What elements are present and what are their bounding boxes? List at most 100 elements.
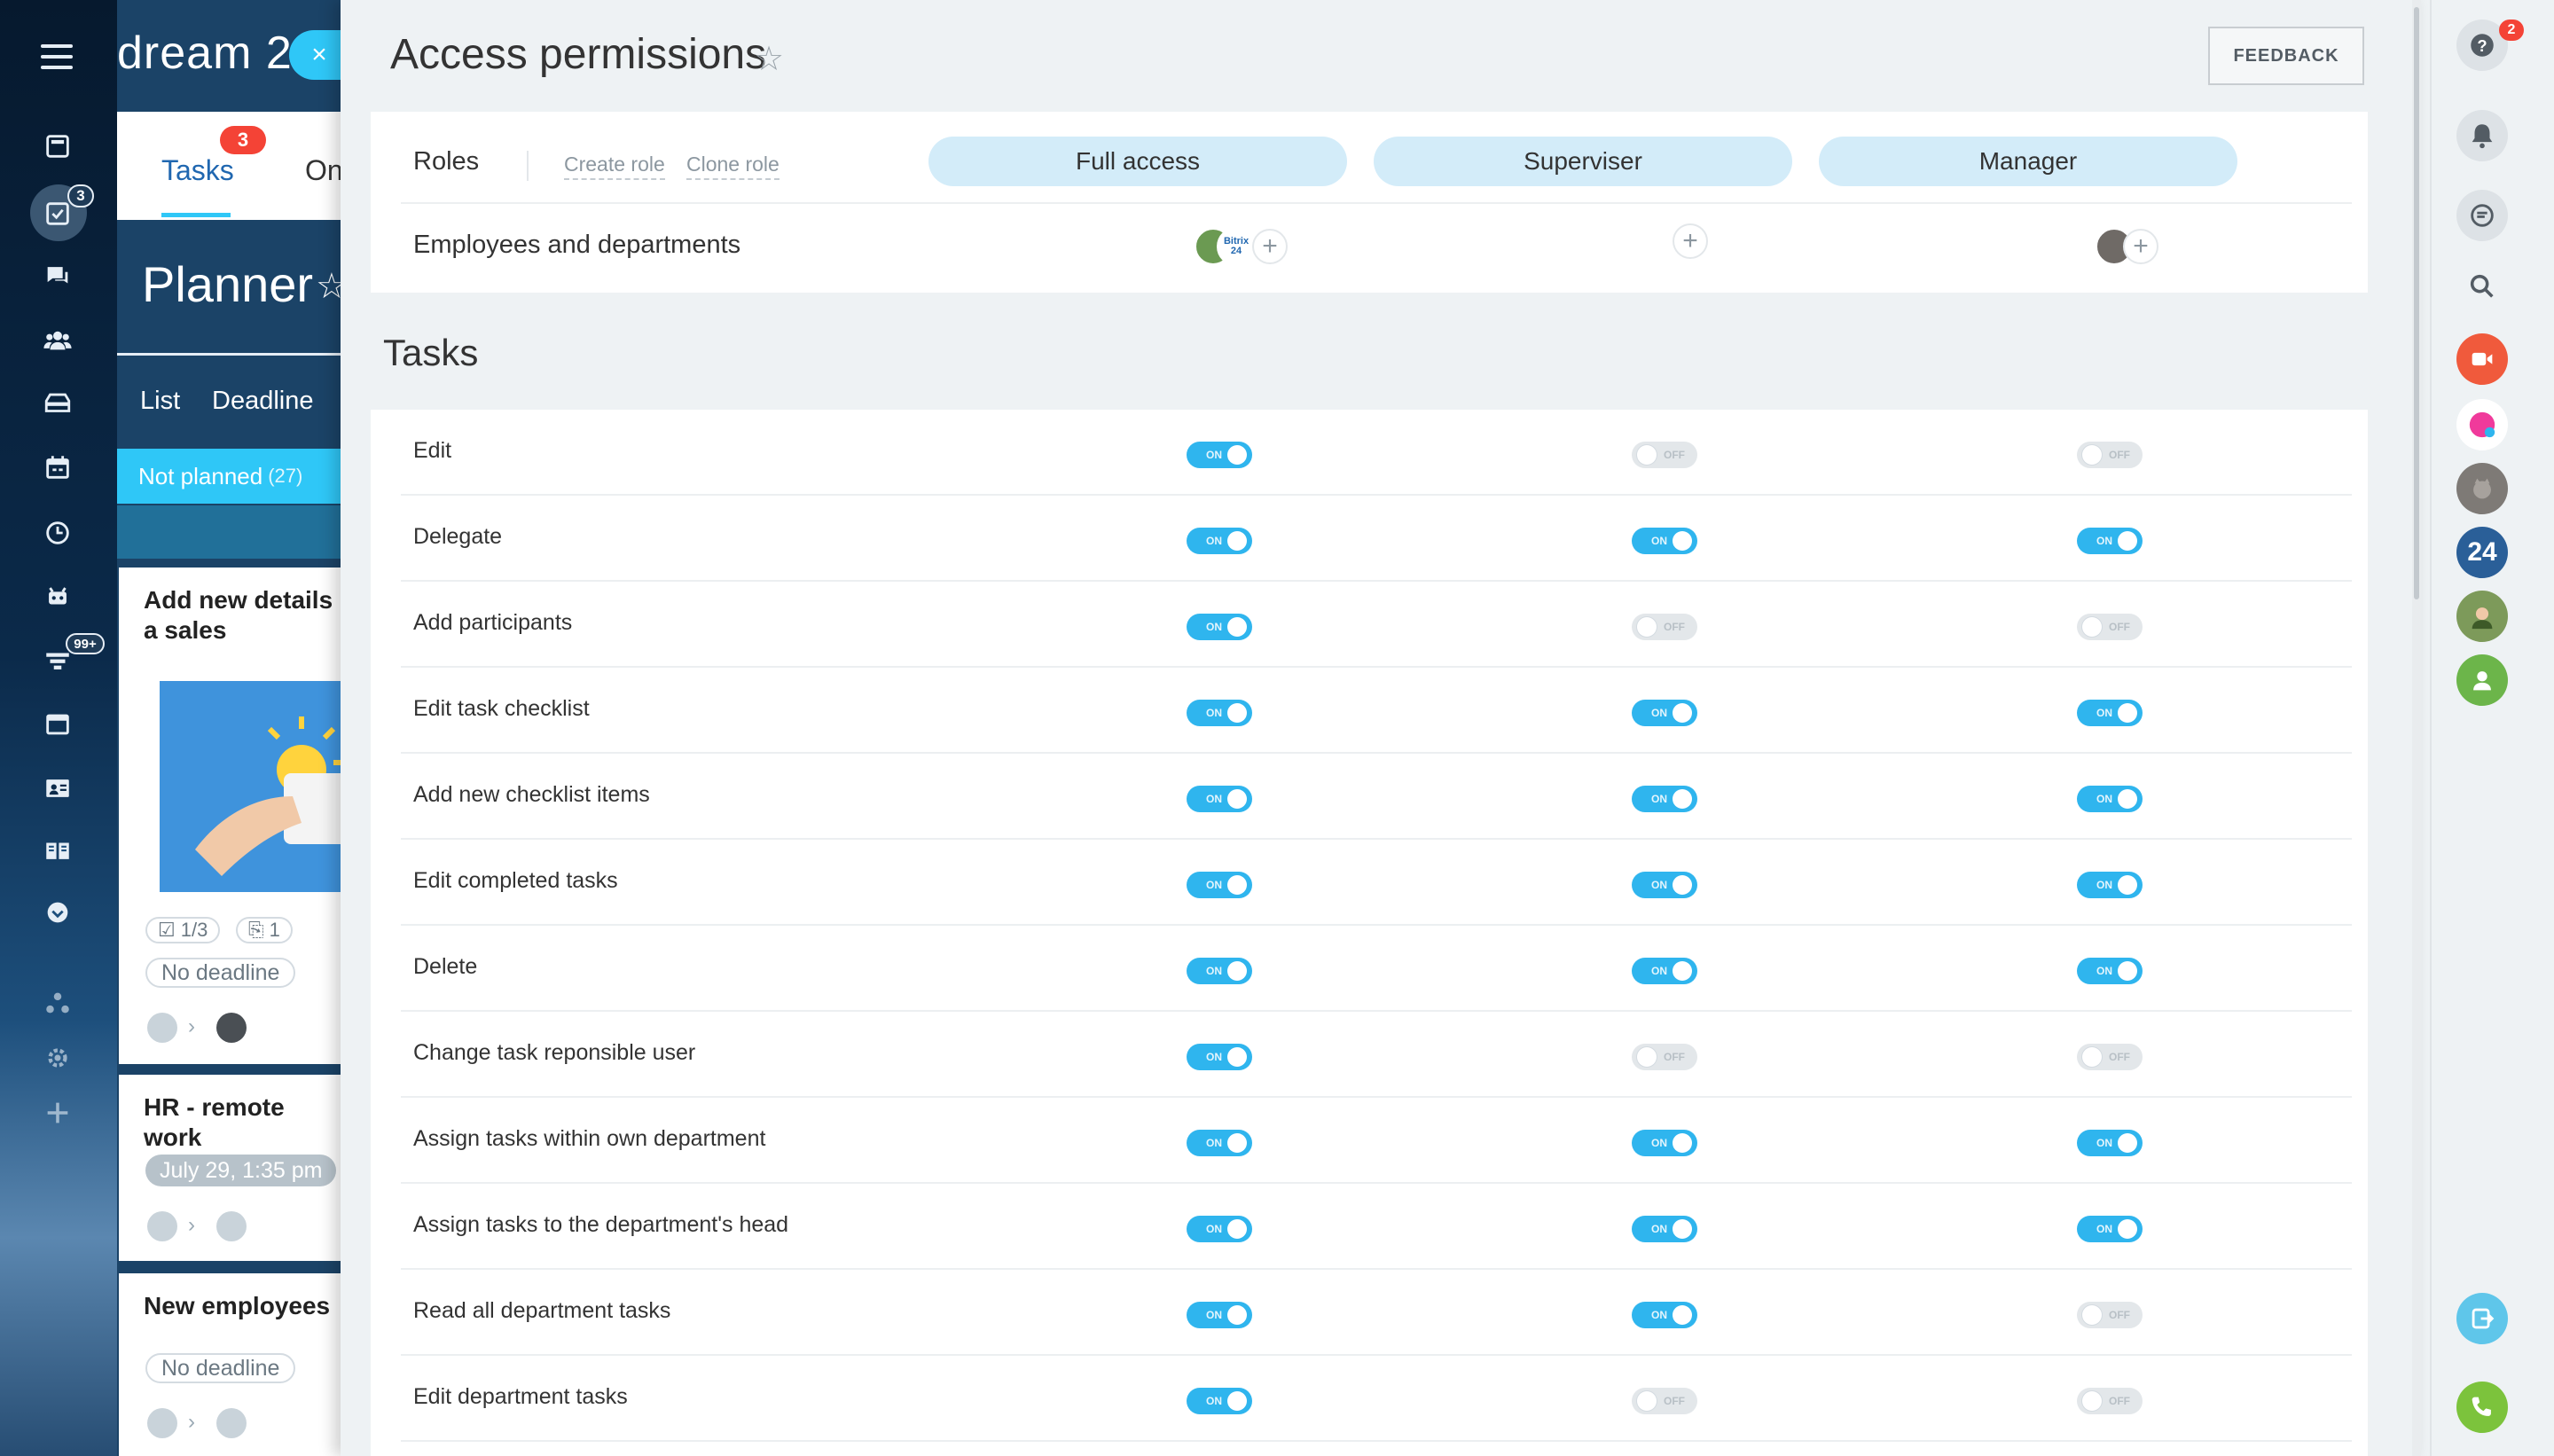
menu-icon[interactable] [41, 44, 73, 69]
bitrix24-avatar[interactable]: 24 [2456, 527, 2508, 578]
permission-toggle[interactable]: ON [1632, 1302, 1697, 1328]
permission-toggle[interactable]: ON [2077, 1216, 2143, 1242]
view-list-tab[interactable]: List [140, 387, 180, 416]
add-member-button[interactable]: + [1673, 223, 1708, 259]
permission-toggle[interactable]: ON [1187, 700, 1252, 726]
news-feed-icon[interactable] [39, 129, 76, 163]
column-not-planned[interactable]: Not planned (27) [117, 449, 348, 504]
calendar-icon[interactable] [39, 450, 76, 484]
video-call-icon[interactable] [2456, 333, 2508, 385]
toggle-state-label: ON [1651, 1137, 1667, 1149]
permission-toggle[interactable]: OFF [2077, 1044, 2143, 1070]
permission-toggle[interactable]: ON [1632, 786, 1697, 812]
permission-toggle[interactable]: OFF [2077, 1388, 2143, 1414]
responsible-avatar[interactable] [216, 1211, 247, 1241]
user-avatar[interactable] [2456, 399, 2508, 450]
feedback-button[interactable]: FEEDBACK [2208, 27, 2364, 85]
role-superviser[interactable]: Superviser [1374, 137, 1792, 186]
clone-role-link[interactable]: Clone role [686, 153, 780, 180]
creator-avatar[interactable] [147, 1408, 177, 1438]
add-icon[interactable] [39, 1096, 76, 1130]
deadline-pill[interactable]: No deadline [145, 958, 296, 988]
column-add-strip[interactable] [117, 505, 348, 559]
robot-icon[interactable] [39, 580, 76, 614]
screen-share-icon[interactable] [2456, 1293, 2508, 1344]
view-deadline-tab[interactable]: Deadline [212, 387, 313, 416]
scrollbar-thumb[interactable] [2414, 7, 2419, 599]
close-slider-button[interactable]: × [289, 30, 342, 80]
permission-toggle[interactable]: ON [2077, 786, 2143, 812]
permission-toggle[interactable]: OFF [1632, 442, 1697, 468]
permission-toggle[interactable]: ON [1632, 958, 1697, 984]
role-full-access[interactable]: Full access [928, 137, 1347, 186]
toggle-state-label: ON [1206, 1223, 1222, 1235]
permission-toggle[interactable]: ON [1632, 528, 1697, 554]
permission-toggle[interactable]: ON [1187, 786, 1252, 812]
add-member-button[interactable]: + [2123, 229, 2158, 264]
user-avatar[interactable] [2456, 591, 2508, 642]
permission-toggle[interactable]: ON [1187, 1388, 1252, 1414]
permission-toggle[interactable]: ON [1187, 872, 1252, 898]
knowledge-base-icon[interactable] [39, 834, 76, 867]
toggle-state-label: ON [2096, 879, 2112, 891]
permission-toggle[interactable]: ON [1187, 1130, 1252, 1156]
toggle-state-label: ON [1206, 1051, 1222, 1063]
settings-icon[interactable] [39, 1041, 76, 1075]
permission-toggle[interactable]: ON [2077, 958, 2143, 984]
toggle-state-label: OFF [2109, 449, 2130, 461]
permission-toggle[interactable]: ON [1187, 614, 1252, 640]
permission-toggle[interactable]: ON [1187, 442, 1252, 468]
contacts-icon[interactable] [39, 771, 76, 805]
add-member-button[interactable]: + [1252, 229, 1288, 264]
phone-icon[interactable] [2456, 1382, 2508, 1433]
tab-ongoing[interactable]: On [305, 154, 343, 187]
permission-toggle[interactable]: ON [2077, 1130, 2143, 1156]
deadline-date-pill[interactable]: July 29, 1:35 pm [145, 1155, 337, 1186]
permission-toggle[interactable]: ON [1632, 700, 1697, 726]
permission-toggle[interactable]: OFF [1632, 1044, 1697, 1070]
employees-icon[interactable] [39, 323, 76, 356]
chat-list-icon[interactable] [2456, 190, 2508, 241]
drive-icon[interactable] [39, 387, 76, 420]
responsible-avatar[interactable] [216, 1408, 247, 1438]
permission-toggle[interactable]: ON [1187, 528, 1252, 554]
chat-icon[interactable] [39, 259, 76, 293]
cat-avatar[interactable] [2456, 463, 2508, 514]
user-icon[interactable] [2456, 654, 2508, 706]
permission-toggle[interactable]: ON [1187, 1302, 1252, 1328]
divider [401, 202, 2352, 204]
tab-tasks[interactable]: Tasks [161, 154, 234, 187]
permission-toggle[interactable]: OFF [1632, 614, 1697, 640]
permission-toggle[interactable]: ON [2077, 528, 2143, 554]
permission-toggle[interactable]: ON [1632, 1130, 1697, 1156]
permission-toggle[interactable]: OFF [2077, 614, 2143, 640]
time-icon[interactable] [39, 516, 76, 550]
search-icon[interactable] [2456, 261, 2508, 312]
toggle-state-label: ON [1651, 1223, 1667, 1235]
bitrix24-avatar[interactable]: Bitrix 24 [1217, 227, 1256, 266]
sites-icon[interactable] [39, 708, 76, 741]
more-icon[interactable] [39, 896, 76, 929]
star-icon[interactable]: ☆ [754, 39, 784, 79]
deadline-pill[interactable]: No deadline [145, 1353, 296, 1383]
permission-toggle[interactable]: OFF [1632, 1388, 1697, 1414]
permission-toggle[interactable]: ON [1632, 1216, 1697, 1242]
permission-toggle[interactable]: ON [2077, 700, 2143, 726]
network-icon[interactable] [39, 986, 76, 1020]
permission-toggle[interactable]: ON [1187, 958, 1252, 984]
permission-toggle[interactable]: OFF [2077, 442, 2143, 468]
creator-avatar[interactable] [147, 1013, 177, 1043]
toggle-state-label: ON [1206, 707, 1222, 719]
permission-toggle[interactable]: ON [1187, 1216, 1252, 1242]
permission-toggle[interactable]: ON [1632, 872, 1697, 898]
notifications-icon[interactable] [2456, 110, 2508, 161]
responsible-avatar[interactable] [216, 1013, 247, 1043]
permission-toggle[interactable]: OFF [2077, 1302, 2143, 1328]
role-manager[interactable]: Manager [1819, 137, 2237, 186]
right-sidebar: ? 2 24 [2430, 0, 2554, 1456]
toggle-knob [2082, 1391, 2102, 1411]
permission-toggle[interactable]: ON [2077, 872, 2143, 898]
creator-avatar[interactable] [147, 1211, 177, 1241]
create-role-link[interactable]: Create role [564, 153, 665, 180]
permission-toggle[interactable]: ON [1187, 1044, 1252, 1070]
